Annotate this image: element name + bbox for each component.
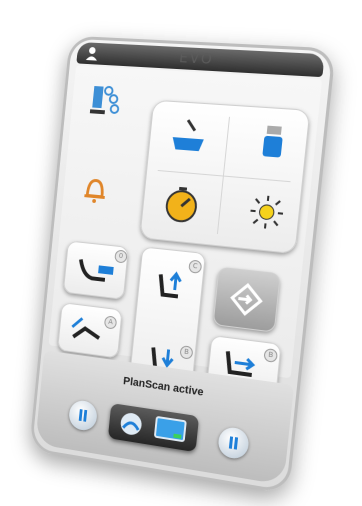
- program-badge-b2: B: [263, 348, 278, 363]
- scan-toggle-button[interactable]: [108, 403, 199, 452]
- exit-position-button[interactable]: [213, 267, 281, 333]
- instrument-right-button[interactable]: [217, 426, 250, 461]
- chair-rinse-icon: [73, 249, 119, 293]
- cluster-quadrant: [139, 100, 310, 255]
- chair-rinse-button[interactable]: 0: [63, 240, 129, 299]
- scanner-icon: [118, 409, 145, 438]
- instrument-icon: [225, 434, 243, 453]
- chair-recline-icon: [67, 309, 107, 351]
- chair-program-a-button[interactable]: A: [57, 302, 123, 358]
- program-badge-a: A: [104, 315, 117, 329]
- cup-fill-icon[interactable]: [165, 115, 212, 158]
- user-icon[interactable]: [84, 45, 100, 61]
- dental-unit-icon[interactable]: [86, 80, 127, 122]
- light-icon[interactable]: [247, 192, 287, 232]
- instrument-icon: [75, 407, 91, 425]
- control-panel: 0 C B A B: [49, 65, 323, 378]
- program-badge-b: B: [179, 345, 193, 360]
- bowl-rinse-icon[interactable]: [256, 121, 291, 164]
- bell-icon[interactable]: [79, 171, 112, 205]
- exit-arrow-icon: [227, 279, 267, 320]
- program-badge-c: C: [188, 259, 202, 273]
- chair-up-icon[interactable]: [150, 268, 188, 308]
- touch-panel-device: EVO 0 C B A B PlanScan active: [29, 36, 336, 494]
- screen-icon: [154, 416, 187, 445]
- instrument-left-button[interactable]: [68, 399, 98, 432]
- header-title: EVO: [178, 50, 214, 68]
- timer-icon[interactable]: [160, 183, 203, 227]
- program-badge: 0: [114, 249, 127, 263]
